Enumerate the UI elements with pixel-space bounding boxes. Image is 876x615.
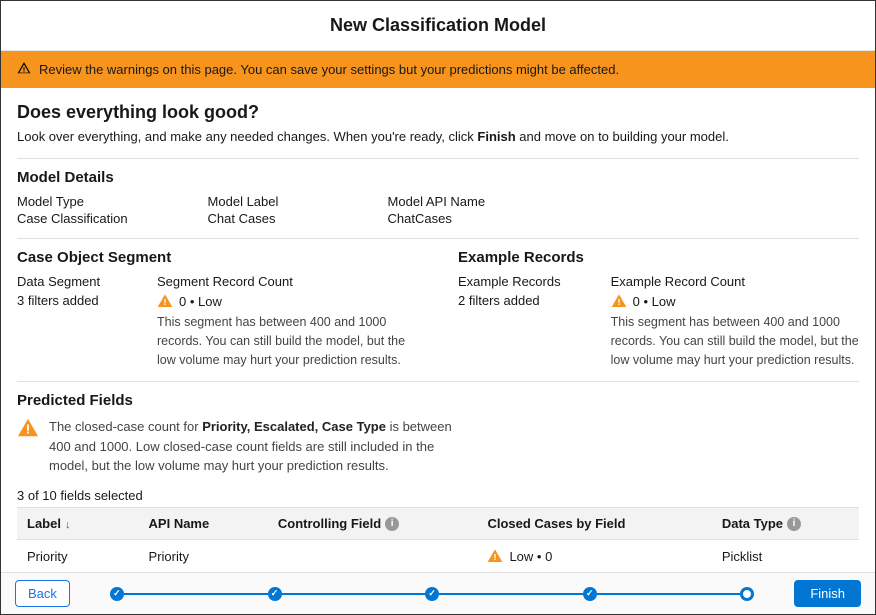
segment-count-label: Segment Record Count bbox=[157, 274, 418, 289]
review-subtext: Look over everything, and make any neede… bbox=[17, 129, 859, 144]
warning-banner-text: Review the warnings on this page. You ca… bbox=[39, 62, 619, 77]
model-type-item: Model Type Case Classification bbox=[17, 194, 128, 226]
cell-closed: Low • 0 bbox=[477, 540, 711, 573]
page-title: New Classification Model bbox=[1, 15, 875, 36]
data-segment-block: Data Segment 3 filters added bbox=[17, 274, 107, 308]
review-heading: Does everything look good? bbox=[17, 102, 859, 123]
example-count-block: Example Record Count 0 • Low This segmen… bbox=[611, 274, 859, 369]
finish-button[interactable]: Finish bbox=[794, 580, 861, 607]
example-records-col: Example Records Example Records 2 filter… bbox=[458, 239, 859, 369]
step-1[interactable] bbox=[110, 587, 124, 601]
table-row: Priority Priority Low • 0 Picklist bbox=[17, 540, 859, 573]
modal-container: New Classification Model Review the warn… bbox=[0, 0, 876, 615]
back-button[interactable]: Back bbox=[15, 580, 70, 607]
step-line bbox=[124, 593, 268, 595]
col-datatype-text: Data Type bbox=[722, 516, 783, 531]
review-subtext-pre: Look over everything, and make any neede… bbox=[17, 129, 477, 144]
model-type-label: Model Type bbox=[17, 194, 128, 209]
pred-warn-pre: The closed-case count for bbox=[49, 419, 202, 434]
table-header-row: Label ↓ API Name Controlling Field i Close… bbox=[17, 507, 859, 540]
warning-icon bbox=[611, 293, 627, 309]
model-label-item: Model Label Chat Cases bbox=[208, 194, 308, 226]
case-segment-title: Case Object Segment bbox=[17, 249, 418, 266]
col-data-type[interactable]: Data Type i bbox=[712, 507, 859, 540]
step-line bbox=[439, 593, 583, 595]
footer-bar: Back Finish bbox=[1, 572, 875, 614]
model-label-label: Model Label bbox=[208, 194, 308, 209]
cell-label: Priority bbox=[17, 540, 139, 573]
data-segment-value: 3 filters added bbox=[17, 293, 107, 308]
predicted-fields-warning: The closed-case count for Priority, Esca… bbox=[17, 417, 859, 476]
sort-down-icon: ↓ bbox=[65, 519, 71, 531]
model-api-item: Model API Name ChatCases bbox=[388, 194, 488, 226]
review-subtext-bold: Finish bbox=[477, 129, 515, 144]
segment-count-value: 0 • Low bbox=[179, 294, 222, 309]
col-label[interactable]: Label ↓ bbox=[17, 507, 139, 540]
case-segment-col: Case Object Segment Data Segment 3 filte… bbox=[17, 239, 418, 369]
example-records-block: Example Records 2 filters added bbox=[458, 274, 561, 308]
review-subtext-post: and move on to building your model. bbox=[516, 129, 729, 144]
example-records-value: 2 filters added bbox=[458, 293, 561, 308]
example-records-row: Example Records 2 filters added Example … bbox=[458, 274, 859, 369]
model-details-title: Model Details bbox=[17, 169, 859, 186]
warning-icon bbox=[17, 417, 39, 439]
model-details-row: Model Type Case Classification Model Lab… bbox=[17, 194, 859, 226]
model-api-label: Model API Name bbox=[388, 194, 488, 209]
progress-stepper bbox=[70, 587, 794, 601]
segment-count-value-row: 0 • Low bbox=[157, 293, 418, 309]
cell-closed-text: Low • 0 bbox=[509, 549, 552, 564]
step-line bbox=[282, 593, 426, 595]
model-api-value: ChatCases bbox=[388, 211, 488, 226]
warning-icon bbox=[487, 548, 503, 564]
example-count-help: This segment has between 400 and 1000 re… bbox=[611, 313, 859, 369]
model-type-value: Case Classification bbox=[17, 211, 128, 226]
col-api-text: API Name bbox=[149, 516, 210, 531]
segment-count-help: This segment has between 400 and 1000 re… bbox=[157, 313, 418, 369]
content-area: Does everything look good? Look over eve… bbox=[1, 88, 875, 615]
col-closed-cases[interactable]: Closed Cases by Field bbox=[477, 507, 711, 540]
cell-datatype: Picklist bbox=[712, 540, 859, 573]
step-4[interactable] bbox=[583, 587, 597, 601]
predicted-fields-warning-text: The closed-case count for Priority, Esca… bbox=[49, 417, 469, 476]
col-controlling-text: Controlling Field bbox=[278, 516, 381, 531]
example-count-label: Example Record Count bbox=[611, 274, 859, 289]
data-segment-label: Data Segment bbox=[17, 274, 107, 289]
info-icon[interactable]: i bbox=[787, 517, 801, 531]
modal-header: New Classification Model bbox=[1, 1, 875, 51]
col-label-text: Label bbox=[27, 516, 61, 531]
warning-icon bbox=[17, 61, 31, 78]
example-count-value: 0 • Low bbox=[633, 294, 676, 309]
case-segment-row: Data Segment 3 filters added Segment Rec… bbox=[17, 274, 418, 369]
col-api-name[interactable]: API Name bbox=[139, 507, 268, 540]
fields-selected-count: 3 of 10 fields selected bbox=[17, 488, 859, 503]
step-line bbox=[597, 593, 741, 595]
model-label-value: Chat Cases bbox=[208, 211, 308, 226]
step-3[interactable] bbox=[425, 587, 439, 601]
info-icon[interactable]: i bbox=[385, 517, 399, 531]
example-records-title: Example Records bbox=[458, 249, 859, 266]
segment-count-block: Segment Record Count 0 • Low This segmen… bbox=[157, 274, 418, 369]
warning-icon bbox=[157, 293, 173, 309]
col-controlling-field[interactable]: Controlling Field i bbox=[268, 507, 478, 540]
pred-warn-bold: Priority, Escalated, Case Type bbox=[202, 419, 386, 434]
col-closed-text: Closed Cases by Field bbox=[487, 516, 625, 531]
example-count-value-row: 0 • Low bbox=[611, 293, 859, 309]
cell-controlling bbox=[268, 540, 478, 573]
warning-banner: Review the warnings on this page. You ca… bbox=[1, 51, 875, 88]
step-5[interactable] bbox=[740, 587, 754, 601]
cell-api: Priority bbox=[139, 540, 268, 573]
divider bbox=[17, 381, 859, 382]
segments-row: Case Object Segment Data Segment 3 filte… bbox=[17, 239, 859, 369]
predicted-fields-title: Predicted Fields bbox=[17, 392, 859, 409]
example-records-label: Example Records bbox=[458, 274, 561, 289]
step-2[interactable] bbox=[268, 587, 282, 601]
divider bbox=[17, 158, 859, 159]
